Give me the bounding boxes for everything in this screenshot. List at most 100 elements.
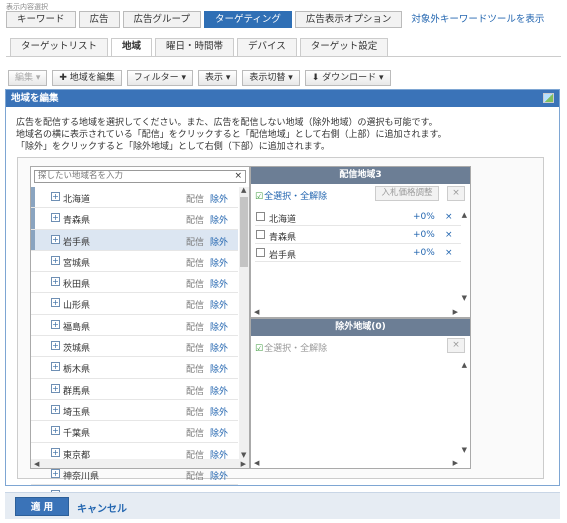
expand-icon[interactable]: + <box>51 362 60 372</box>
exclude-link[interactable]: 除外 <box>210 384 228 397</box>
remove-icon[interactable]: × <box>445 230 453 240</box>
exclude-link[interactable]: 除外 <box>210 469 228 482</box>
remove-icon[interactable]: × <box>445 248 453 258</box>
expand-icon[interactable]: + <box>51 426 60 436</box>
expand-icon[interactable]: + <box>51 319 60 329</box>
region-search-input[interactable]: 探したい地域名を入力 × <box>34 170 246 183</box>
edit-region-button[interactable]: ✚ 地域を編集 <box>52 70 122 86</box>
tab-keyword[interactable]: キーワード <box>6 11 76 28</box>
scroll-up-icon[interactable]: ▲ <box>462 211 467 219</box>
item-checkbox[interactable] <box>256 248 265 257</box>
tab-target-settings[interactable]: ターゲット設定 <box>299 38 389 56</box>
edit-button[interactable]: 編集 ▾ <box>8 70 48 86</box>
scroll-left-icon[interactable]: ◀ <box>254 459 259 467</box>
expand-icon[interactable]: + <box>51 277 60 287</box>
delivery-select-all[interactable]: ☑全選択・全解除 <box>255 189 327 202</box>
tab-day-time[interactable]: 曜日・時間帯 <box>155 38 235 56</box>
exclude-link[interactable]: 除外 <box>210 341 228 354</box>
exclude-link[interactable]: 除外 <box>210 362 228 375</box>
region-row[interactable]: + 岩手県 配信 除外 <box>31 229 238 251</box>
download-button[interactable]: ⬇ ダウンロード ▾ <box>304 70 391 86</box>
tab-ad-extensions[interactable]: 広告表示オプション <box>294 11 403 28</box>
deliver-link[interactable]: 配信 <box>186 277 204 290</box>
cancel-link[interactable]: キャンセル <box>77 500 127 515</box>
remove-icon[interactable]: × <box>445 212 453 222</box>
deliver-link[interactable]: 配信 <box>186 405 204 418</box>
tab-ad[interactable]: 広告 <box>78 11 120 28</box>
bid-adjust-link[interactable]: +0% <box>413 248 435 258</box>
tab-ad-group[interactable]: 広告グループ <box>122 11 201 28</box>
region-row[interactable]: + 宮城県 配信 除外 <box>31 251 238 273</box>
region-row[interactable]: + 千葉県 配信 除外 <box>31 421 238 443</box>
region-row[interactable]: + 山形県 配信 除外 <box>31 293 238 315</box>
deliver-link[interactable]: 配信 <box>186 426 204 439</box>
tab-region[interactable]: 地域 <box>111 38 153 57</box>
exclude-link[interactable]: 除外 <box>210 235 228 248</box>
bid-adjust-link[interactable]: +0% <box>413 230 435 240</box>
region-row[interactable]: + 栃木県 配信 除外 <box>31 357 238 379</box>
excluded-remove-button[interactable]: × <box>447 338 465 353</box>
exclude-link[interactable]: 除外 <box>210 213 228 226</box>
region-row[interactable]: + 北海道 配信 除外 <box>31 187 238 209</box>
bid-adjust-link[interactable]: +0% <box>413 212 435 222</box>
expand-icon[interactable]: + <box>51 298 60 308</box>
delivery-remove-button[interactable]: × <box>447 186 465 201</box>
expand-icon[interactable]: + <box>51 213 60 223</box>
expand-icon[interactable]: + <box>51 383 60 393</box>
deliver-link[interactable]: 配信 <box>186 298 204 311</box>
scroll-right-icon[interactable]: ▶ <box>453 459 458 467</box>
expand-icon[interactable]: + <box>51 234 60 244</box>
deliver-link[interactable]: 配信 <box>186 362 204 375</box>
tab-targeting[interactable]: ターゲティング <box>203 11 292 28</box>
display-button[interactable]: 表示 ▾ <box>198 70 238 86</box>
scroll-down-icon[interactable]: ▼ <box>462 446 467 454</box>
exclude-link[interactable]: 除外 <box>210 277 228 290</box>
scroll-up-icon[interactable]: ▲ <box>462 361 467 369</box>
deliver-link[interactable]: 配信 <box>186 235 204 248</box>
deliver-link[interactable]: 配信 <box>186 213 204 226</box>
deliver-link[interactable]: 配信 <box>186 341 204 354</box>
region-row[interactable]: + 福島県 配信 除外 <box>31 315 238 337</box>
tab-target-list[interactable]: ターゲットリスト <box>10 38 109 56</box>
bid-adjust-button[interactable]: 入札価格調整 <box>375 186 439 201</box>
expand-icon[interactable]: + <box>51 255 60 265</box>
expand-icon[interactable]: + <box>51 192 60 201</box>
deliver-link[interactable]: 配信 <box>186 320 204 333</box>
exclude-link[interactable]: 除外 <box>210 256 228 269</box>
scroll-up-icon[interactable]: ▲ <box>241 186 246 194</box>
deliver-link[interactable]: 配信 <box>186 256 204 269</box>
deliver-link[interactable]: 配信 <box>186 192 204 205</box>
apply-button[interactable]: 適 用 <box>15 497 69 516</box>
exclude-link[interactable]: 除外 <box>210 405 228 418</box>
region-row[interactable]: + 秋田県 配信 除外 <box>31 272 238 294</box>
exclude-link[interactable]: 除外 <box>210 320 228 333</box>
scroll-left-icon[interactable]: ◀ <box>34 460 39 468</box>
clear-search-icon[interactable]: × <box>234 171 242 182</box>
scroll-thumb[interactable] <box>240 197 248 267</box>
horizontal-scrollbar[interactable]: ◀ ▶ <box>31 459 249 468</box>
expand-icon[interactable]: + <box>51 468 60 478</box>
exclude-link[interactable]: 除外 <box>210 298 228 311</box>
scroll-down-icon[interactable]: ▼ <box>462 294 467 302</box>
display-switch-button[interactable]: 表示切替 ▾ <box>242 70 300 86</box>
exclude-link[interactable]: 除外 <box>210 192 228 205</box>
expand-icon[interactable]: + <box>51 341 60 351</box>
scroll-left-icon[interactable]: ◀ <box>254 308 259 316</box>
vertical-scrollbar[interactable]: ▲ ▼ <box>239 186 249 459</box>
excluded-select-all[interactable]: ☑全選択・全解除 <box>255 341 327 354</box>
exclude-link[interactable]: 除外 <box>210 426 228 439</box>
filter-button[interactable]: フィルター ▾ <box>126 70 193 86</box>
scroll-down-icon[interactable]: ▼ <box>241 451 246 459</box>
region-row[interactable]: + 群馬県 配信 除外 <box>31 379 238 400</box>
region-row[interactable]: + 茨城県 配信 除外 <box>31 336 238 358</box>
negative-keyword-tool-link[interactable]: 対象外キーワードツールを表示 <box>411 11 544 28</box>
item-checkbox[interactable] <box>256 230 265 239</box>
scroll-right-icon[interactable]: ▶ <box>453 308 458 316</box>
deliver-link[interactable]: 配信 <box>186 384 204 397</box>
scroll-right-icon[interactable]: ▶ <box>241 460 246 468</box>
expand-icon[interactable]: + <box>51 447 60 457</box>
tab-device[interactable]: デバイス <box>237 38 297 56</box>
deliver-link[interactable]: 配信 <box>186 469 204 482</box>
region-row[interactable]: + 埼玉県 配信 除外 <box>31 400 238 422</box>
region-row[interactable]: + 青森県 配信 除外 <box>31 208 238 230</box>
